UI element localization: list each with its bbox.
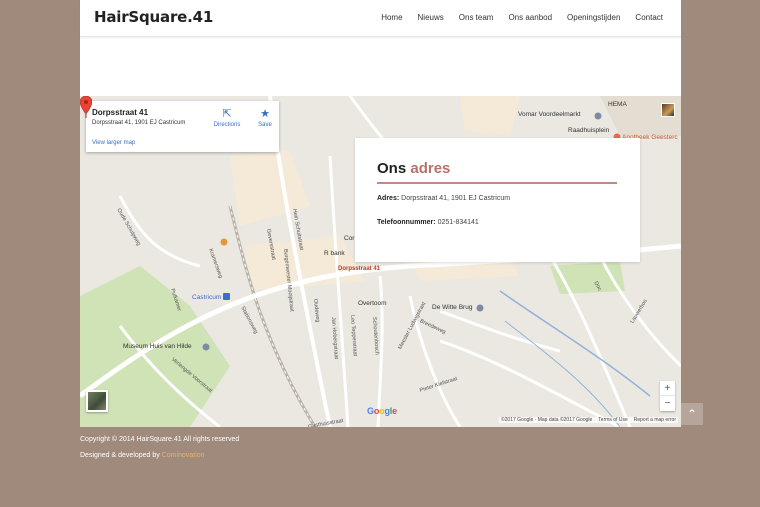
terms-of-use-link[interactable]: Terms of Use: [598, 417, 627, 423]
photo-thumbnail[interactable]: [661, 103, 675, 117]
place-title: Dorpsstraat 41: [92, 108, 149, 117]
nav-ons-team[interactable]: Ons team: [459, 13, 494, 22]
poi-hema: HEMA: [608, 101, 627, 108]
poi-dot: [476, 304, 484, 312]
info-title-word1: Ons: [377, 160, 407, 177]
map-pin-icon[interactable]: [80, 96, 92, 118]
save-button[interactable]: ★ Save: [254, 108, 276, 128]
poi-dot: [202, 343, 210, 351]
poi-dot: [594, 112, 602, 120]
save-label: Save: [258, 122, 272, 128]
zoom-in-button[interactable]: +: [660, 381, 675, 396]
nav-ons-aanbod[interactable]: Ons aanbod: [508, 13, 552, 22]
phone-value: 0251-834141: [437, 219, 479, 226]
directions-label: Directions: [213, 122, 241, 128]
footer-developed-by: Designed & developed by Cominovation: [80, 452, 205, 459]
road: [439, 309, 561, 353]
scroll-to-top-button[interactable]: ⌃: [681, 403, 703, 425]
address-label: Adres:: [377, 195, 400, 202]
address-row: Adres: Dorpsstraat 41, 1901 EJ Castricum: [377, 195, 510, 202]
footer-copyright: Copyright © 2014 HairSquare.41 All right…: [80, 436, 240, 443]
chevron-up-icon: ⌃: [686, 407, 698, 421]
header: HairSquare.41 Home Nieuws Ons team Ons a…: [80, 0, 681, 37]
star-icon: ★: [260, 108, 270, 120]
area-shape: [460, 96, 520, 136]
nav-contact[interactable]: Contact: [635, 13, 663, 22]
main-nav: Home Nieuws Ons team Ons aanbod Openings…: [381, 13, 663, 22]
nav-nieuws[interactable]: Nieuws: [418, 13, 444, 22]
view-larger-map-link[interactable]: View larger map: [92, 140, 135, 146]
map-footer: ©2017 Google · Map data ©2017 Google Ter…: [498, 417, 678, 423]
satellite-toggle[interactable]: [86, 390, 108, 412]
address-value: Dorpsstraat 41, 1901 EJ Castricum: [401, 195, 511, 202]
place-address: Dorpsstraat 41, 1901 EJ Castricum: [92, 120, 186, 126]
poi-overtoom: Overtoom: [358, 300, 387, 307]
map-data-attribution: ©2017 Google · Map data ©2017 Google: [500, 417, 593, 423]
poi-witte-brug: De Witte Brug: [432, 304, 473, 311]
google-logo: Google: [367, 406, 397, 416]
google-map[interactable]: HEMA Vomar Voordeelmarkt Raadhuisplein A…: [80, 96, 681, 427]
logo[interactable]: HairSquare.41: [94, 8, 213, 26]
poi-museum: Museum Huis van Hilde: [123, 343, 192, 350]
poi-cor: Cor: [344, 235, 355, 242]
waterway: [504, 320, 621, 427]
site-container: HairSquare.41 Home Nieuws Ons team Ons a…: [80, 0, 681, 427]
report-map-error-link[interactable]: Report a map error: [634, 417, 676, 423]
address-info-box: Ons adres Adres: Dorpsstraat 41, 1901 EJ…: [355, 138, 640, 262]
developer-link[interactable]: Cominovation: [162, 452, 205, 459]
poi-vomar: Vomar Voordeelmarkt: [518, 111, 581, 118]
divider: [377, 182, 617, 184]
poi-castricum: Castricum: [192, 294, 222, 301]
poi-raadhuisplein: Raadhuisplein: [568, 127, 610, 134]
directions-icon: ⇱: [222, 108, 232, 120]
developed-prefix: Designed & developed by: [80, 452, 160, 459]
train-station-icon: [223, 293, 230, 300]
info-title: Ons adres: [377, 160, 450, 177]
road: [328, 155, 350, 427]
waterway: [499, 290, 651, 397]
nav-openingstijden[interactable]: Openingstijden: [567, 13, 620, 22]
zoom-out-button[interactable]: −: [660, 396, 675, 411]
directions-button[interactable]: ⇱ Directions: [210, 108, 244, 128]
phone-label: Telefoonnummer:: [377, 219, 436, 226]
zoom-control: + −: [660, 381, 675, 411]
place-card: Dorpsstraat 41 Dorpsstraat 41, 1901 EJ C…: [86, 101, 279, 152]
nav-home[interactable]: Home: [381, 13, 402, 22]
poi-rabobank: R bank: [324, 250, 345, 257]
info-title-word2: adres: [410, 160, 451, 177]
phone-row: Telefoonnummer: 0251-834141: [377, 219, 479, 226]
poi-dot: [220, 238, 228, 246]
marker-label: Dorpsstraat 41: [338, 266, 381, 272]
